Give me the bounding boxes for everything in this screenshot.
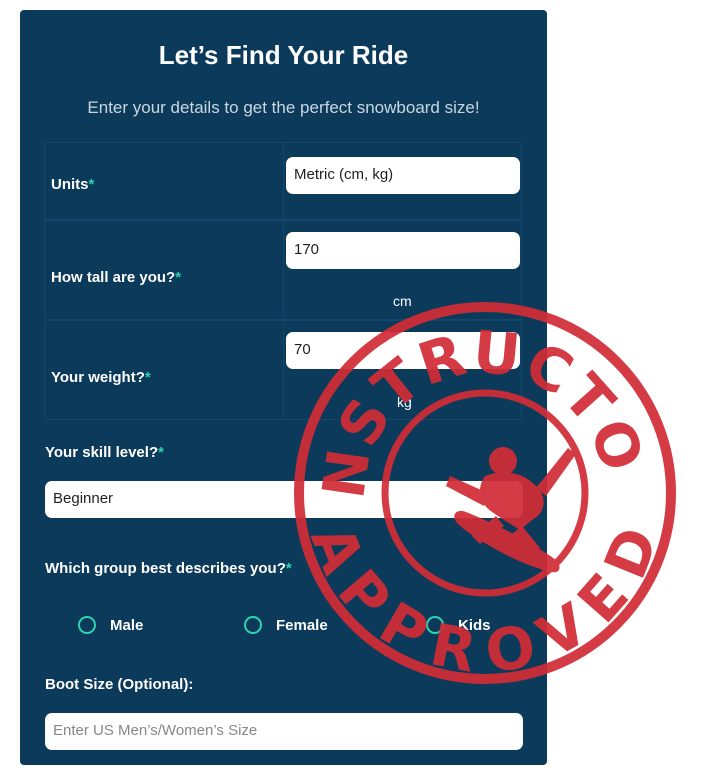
units-row: Units* Metric (cm, kg) <box>44 142 522 220</box>
skill-label: Your skill level?* <box>45 444 164 461</box>
group-label: Which group best describes you?* <box>45 560 292 577</box>
form-title: Let’s Find Your Ride <box>158 40 409 70</box>
radio-label-male: Male <box>110 616 144 634</box>
boot-size-input[interactable]: Enter US Men’s/Women’s Size <box>45 713 523 750</box>
radio-circle[interactable] <box>244 616 262 634</box>
form-subtitle: Enter your details to get the perfect sn… <box>87 98 480 117</box>
units-select[interactable]: Metric (cm, kg) <box>286 157 520 194</box>
weight-label: Your weight?* <box>51 369 151 386</box>
boot-size-placeholder: Enter US Men’s/Women’s Size <box>53 722 258 739</box>
units-label: Units* <box>51 176 95 193</box>
required-marker: * <box>175 269 182 286</box>
stamp-top-text: INSTRUCTOR <box>290 298 658 503</box>
radio-male[interactable]: Male <box>78 616 143 634</box>
required-marker: * <box>158 444 164 461</box>
height-input[interactable]: 170 <box>286 232 520 269</box>
radio-circle[interactable] <box>78 616 96 634</box>
boot-size-label: Boot Size (Optional): <box>45 676 194 693</box>
required-marker: * <box>144 369 151 386</box>
row-divider <box>283 321 284 419</box>
instructor-approved-stamp: INSTRUCTOR APPROVED <box>290 298 676 687</box>
height-label: How tall are you?* <box>51 269 182 286</box>
snowboarder-icon <box>446 447 576 573</box>
stamp-graphic: INSTRUCTOR APPROVED <box>290 298 676 687</box>
required-marker: * <box>88 176 95 193</box>
row-divider <box>283 221 284 319</box>
row-divider <box>283 143 284 219</box>
